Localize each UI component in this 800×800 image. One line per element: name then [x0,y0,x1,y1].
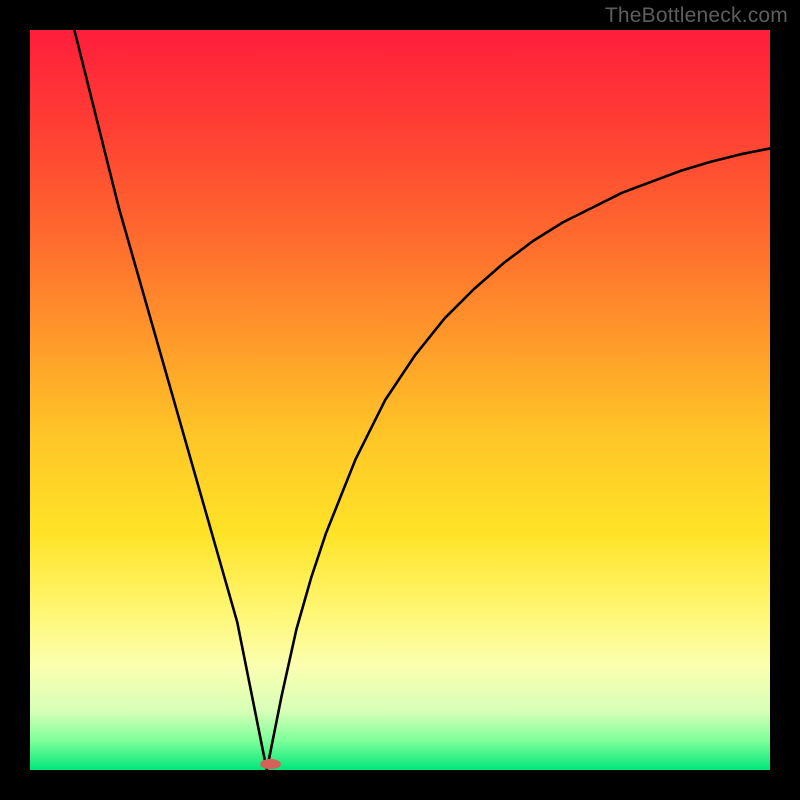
chart-frame: TheBottleneck.com [0,0,800,800]
plot-area [30,30,770,770]
watermark-text: TheBottleneck.com [605,4,788,28]
bottleneck-curve [74,30,770,770]
dip-marker [260,759,281,769]
curve-svg [30,30,770,770]
